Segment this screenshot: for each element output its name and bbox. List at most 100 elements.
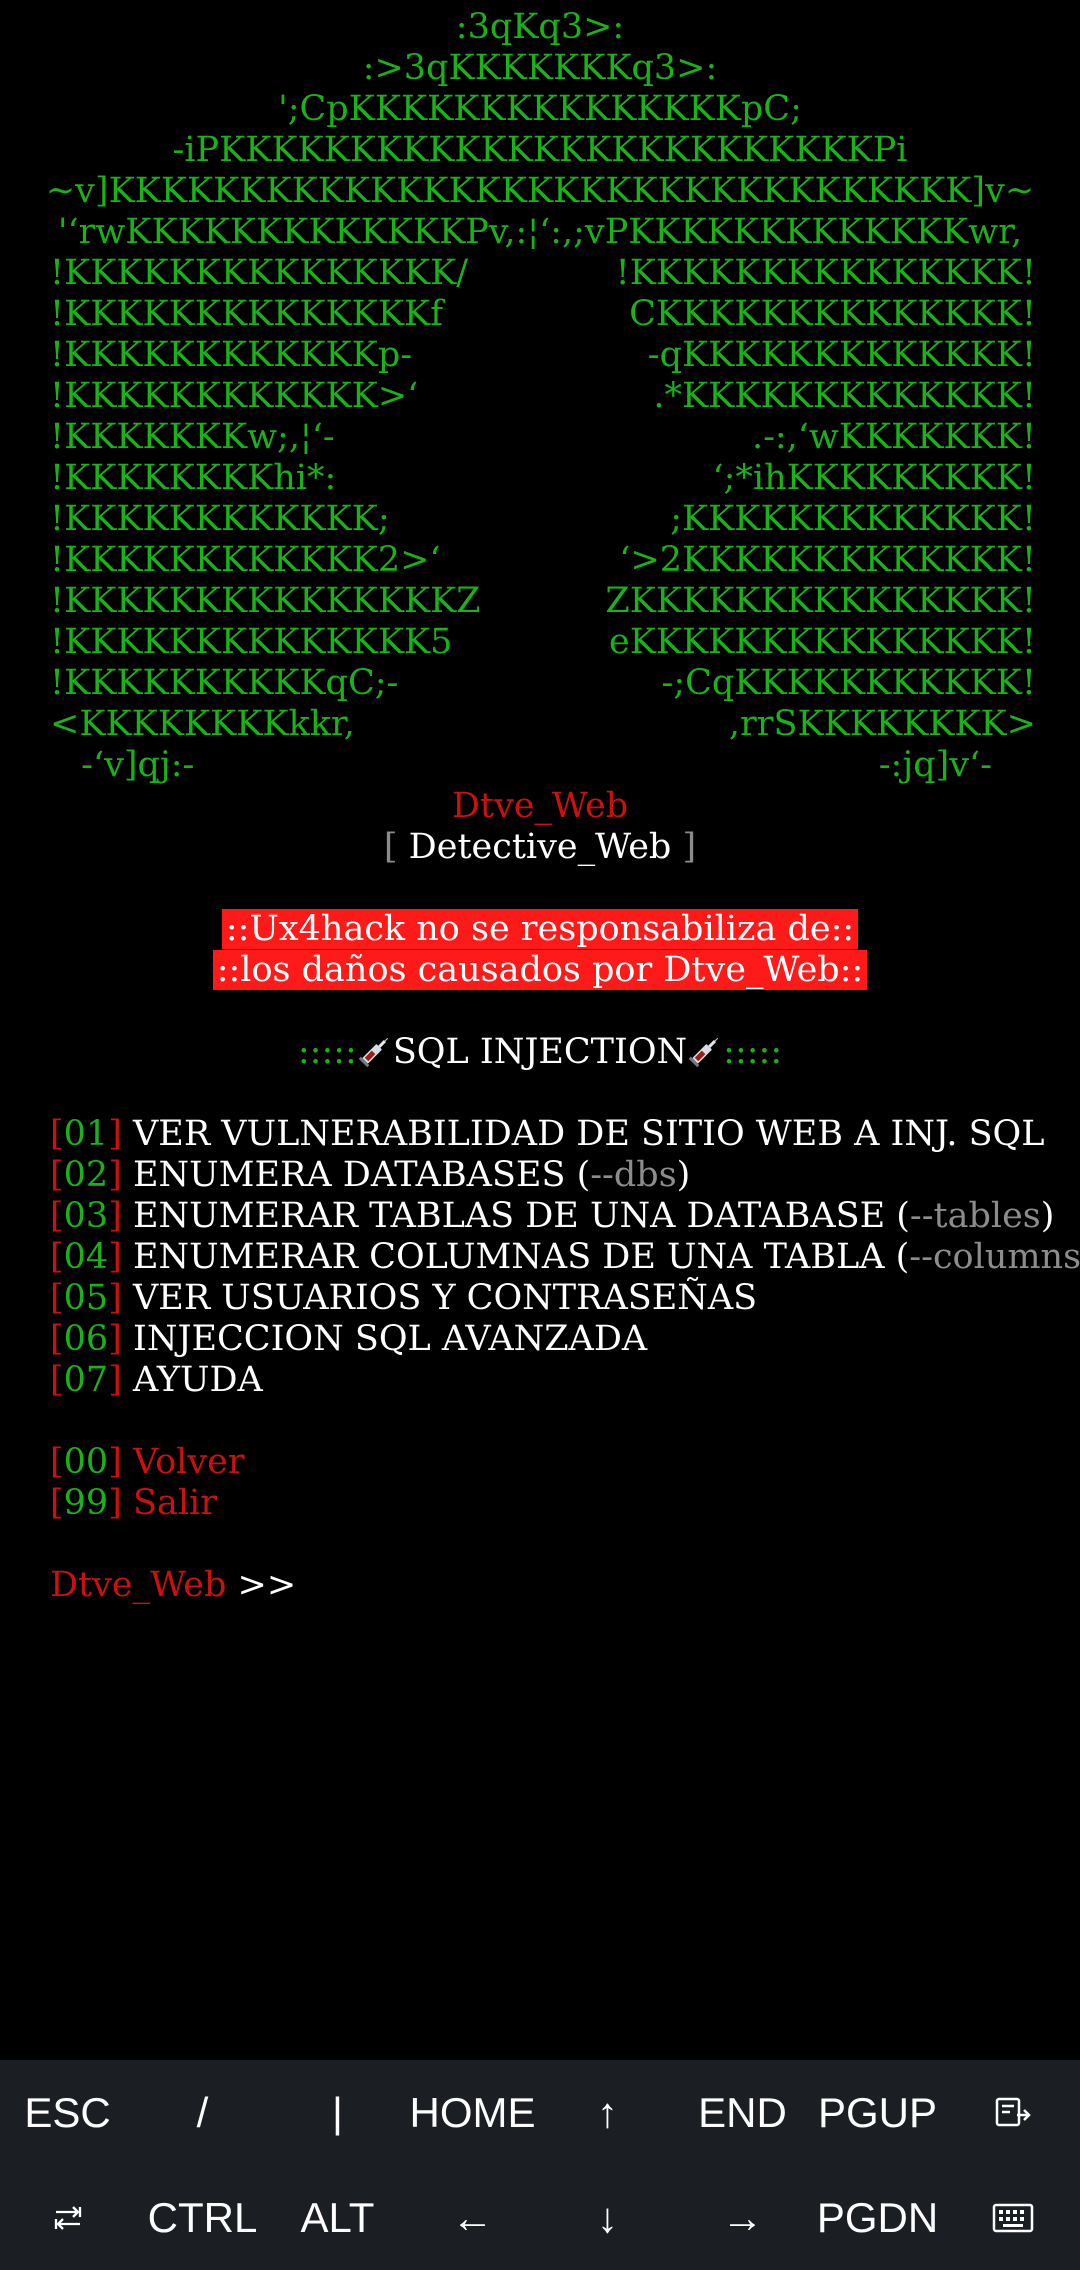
keyboard-icon xyxy=(992,2203,1034,2233)
banner-art-line: -iPKKKKKKKKKKKKKKKKKKKKKKKKKPi xyxy=(172,130,908,170)
slash-key[interactable]: / xyxy=(135,2060,270,2165)
menu-item-03: [03] ENUMERAR TABLAS DE UNA DATABASE (--… xyxy=(50,1196,1055,1236)
banner-art-right: .-:,‘wKKKKKKK! xyxy=(751,417,1036,457)
tool-subtitle: [ Detective_Web ] xyxy=(0,827,1080,868)
warning-text: ::Ux4hack no se responsabiliza de:: xyxy=(221,909,859,949)
menu-item-flag: --dbs xyxy=(590,1155,677,1195)
syringe-icon xyxy=(357,1033,393,1069)
text-select-icon xyxy=(993,2093,1033,2133)
arrow-up-key[interactable]: ↑ xyxy=(540,2060,675,2165)
banner-art-left: !KKKKKKKKKKKKp- xyxy=(50,335,413,375)
command-prompt[interactable]: Dtve_Web >> xyxy=(50,1565,1080,1606)
banner-art-right: ‘>2KKKKKKKKKKKKK! xyxy=(619,540,1036,580)
menu-item-salir: [99] Salir xyxy=(50,1483,217,1523)
terminal-screen[interactable]: :3qKq3>: :>3qKKKKKKKq3>: ';CpKKKKKKKKKKK… xyxy=(0,0,1080,2060)
section-deco-left: ::::: xyxy=(297,1032,357,1072)
menu-item-number: 00 xyxy=(63,1442,109,1482)
menu-item-label: Salir xyxy=(133,1483,217,1523)
banner-art-left: -‘v]qj:- xyxy=(70,745,195,785)
banner-art-left: !KKKKKKKKKKKKKK5 xyxy=(50,622,453,662)
menu-item-02: [02] ENUMERA DATABASES (--dbs) xyxy=(50,1155,691,1195)
esc-key[interactable]: ESC xyxy=(0,2060,135,2165)
tool-name: Dtve_Web xyxy=(451,786,629,826)
subtitle-bracket-open: [ xyxy=(383,827,398,867)
menu-item-number: 02 xyxy=(63,1155,109,1195)
section-title: SQL INJECTION xyxy=(392,1032,688,1072)
banner-art-left: !KKKKKKKKKKKK; xyxy=(50,499,390,539)
menu-item-label: ENUMERAR COLUMNAS DE UNA TABLA ( xyxy=(133,1237,910,1277)
menu-item-label: ENUMERA DATABASES ( xyxy=(133,1155,591,1195)
alt-key[interactable]: ALT xyxy=(270,2165,405,2270)
banner-art-right: eKKKKKKKKKKKKKKK! xyxy=(609,622,1036,662)
menu-item-flag: --columns xyxy=(909,1237,1080,1277)
banner-art-right: ‘;*ihKKKKKKKKK! xyxy=(712,458,1036,498)
tab-icon xyxy=(52,2204,84,2232)
banner-art-line: '‘rwKKKKKKKKKKKKKPv,:¦‘:,;vPKKKKKKKKKKKK… xyxy=(57,212,1023,252)
section-deco-right: ::::: xyxy=(723,1032,783,1072)
banner-art-right: CKKKKKKKKKKKKKK! xyxy=(629,294,1036,334)
subtitle-bracket-close: ] xyxy=(682,827,697,867)
menu-item-label: INJECCION SQL AVANZADA xyxy=(133,1319,648,1359)
arrow-left-key[interactable]: ← xyxy=(405,2165,540,2270)
keyboard-toggle-key[interactable] xyxy=(945,2165,1080,2270)
menu-item-07: [07] AYUDA xyxy=(50,1360,263,1400)
banner-art-left: !KKKKKKKw;,¦‘- xyxy=(50,417,335,457)
menu-item-number: 05 xyxy=(63,1278,109,1318)
menu-item-05: [05] VER USUARIOS Y CONTRASEÑAS xyxy=(50,1278,758,1318)
ctrl-key[interactable]: CTRL xyxy=(135,2165,270,2270)
tab-key[interactable] xyxy=(0,2165,135,2270)
banner-art-left: !KKKKKKKKKKKKKKK/ xyxy=(50,253,469,293)
menu-item-volver: [00] Volver xyxy=(50,1442,245,1482)
banner-art-right: -:jq]v‘- xyxy=(878,745,992,785)
banner-art-left: !KKKKKKKKKKqC;- xyxy=(50,663,399,703)
menu-item-number: 04 xyxy=(63,1237,109,1277)
banner-art-line: :>3qKKKKKKKq3>: xyxy=(362,48,718,88)
menu-item-label: VER VULNERABILIDAD DE SITIO WEB A INJ. S… xyxy=(133,1114,1045,1154)
pipe-key[interactable]: | xyxy=(270,2060,405,2165)
banner-art-left: !KKKKKKKKhi*: xyxy=(50,458,337,498)
syringe-icon xyxy=(687,1033,723,1069)
banner-art-line: ';CpKKKKKKKKKKKKKKKpC; xyxy=(278,89,802,129)
extra-keys-row-2: CTRL ALT ← ↓ → PGDN xyxy=(0,2165,1080,2270)
menu-item-label: VER USUARIOS Y CONTRASEÑAS xyxy=(133,1278,758,1318)
banner-art-left: !KKKKKKKKKKKK>‘ xyxy=(50,376,419,416)
pgdn-key[interactable]: PGDN xyxy=(810,2165,945,2270)
menu-item-06: [06] INJECCION SQL AVANZADA xyxy=(50,1319,648,1359)
banner-art-left: <KKKKKKKKkkr, xyxy=(50,704,355,744)
text-select-key[interactable] xyxy=(945,2060,1080,2165)
extra-keys-bar: ESC / | HOME ↑ END PGUP CTRL ALT ← ↓ → P… xyxy=(0,2060,1080,2270)
menu-item-number: 01 xyxy=(63,1114,109,1154)
end-key[interactable]: END xyxy=(675,2060,810,2165)
menu-item-tail: ) xyxy=(676,1155,691,1195)
section-header: ::::: SQL INJECTION::::: xyxy=(0,1032,1080,1073)
banner-art-right: ZKKKKKKKKKKKKKKK! xyxy=(605,581,1036,621)
home-key[interactable]: HOME xyxy=(405,2060,540,2165)
menu-item-label: AYUDA xyxy=(133,1360,263,1400)
menu-item-tail: ) xyxy=(1040,1196,1055,1236)
arrow-right-key[interactable]: → xyxy=(675,2165,810,2270)
menu-item-flag: --tables xyxy=(909,1196,1041,1236)
banner-art-right: ;KKKKKKKKKKKKK! xyxy=(670,499,1036,539)
arrow-down-key[interactable]: ↓ xyxy=(540,2165,675,2270)
banner-art-right: .*KKKKKKKKKKKKK! xyxy=(653,376,1036,416)
banner-art-left: !KKKKKKKKKKKK2>‘ xyxy=(50,540,441,580)
banner-art-right: ,rrSKKKKKKKK> xyxy=(728,704,1036,744)
pgup-key[interactable]: PGUP xyxy=(810,2060,945,2165)
banner-art-right: -qKKKKKKKKKKKKK! xyxy=(647,335,1036,375)
prompt-symbol: >> xyxy=(237,1565,297,1605)
warning-line-1: ::Ux4hack no se responsabiliza de:: xyxy=(0,909,1080,950)
menu-item-label: Volver xyxy=(133,1442,245,1482)
banner-art-line: ~v]KKKKKKKKKKKKKKKKKKKKKKKKKKKKKKKKK]v~ xyxy=(45,171,1035,211)
menu-item-number: 06 xyxy=(63,1319,109,1359)
menu-item-number: 99 xyxy=(63,1483,109,1523)
banner-art-right: !KKKKKKKKKKKKKKK! xyxy=(615,253,1036,293)
menu-item-number: 03 xyxy=(63,1196,109,1236)
menu-item-label: ENUMERAR TABLAS DE UNA DATABASE ( xyxy=(133,1196,910,1236)
subtitle-text: Detective_Web xyxy=(408,827,672,867)
banner-art-left: !KKKKKKKKKKKKKKKZ xyxy=(50,581,481,621)
warning-line-2: ::los daños causados por Dtve_Web:: xyxy=(0,950,1080,991)
banner-art-line: :3qKq3>: xyxy=(455,7,625,47)
menu-item-01: [01] VER VULNERABILIDAD DE SITIO WEB A I… xyxy=(50,1114,1045,1154)
menu-item-number: 07 xyxy=(63,1360,109,1400)
warning-text: ::los daños causados por Dtve_Web:: xyxy=(212,950,868,990)
